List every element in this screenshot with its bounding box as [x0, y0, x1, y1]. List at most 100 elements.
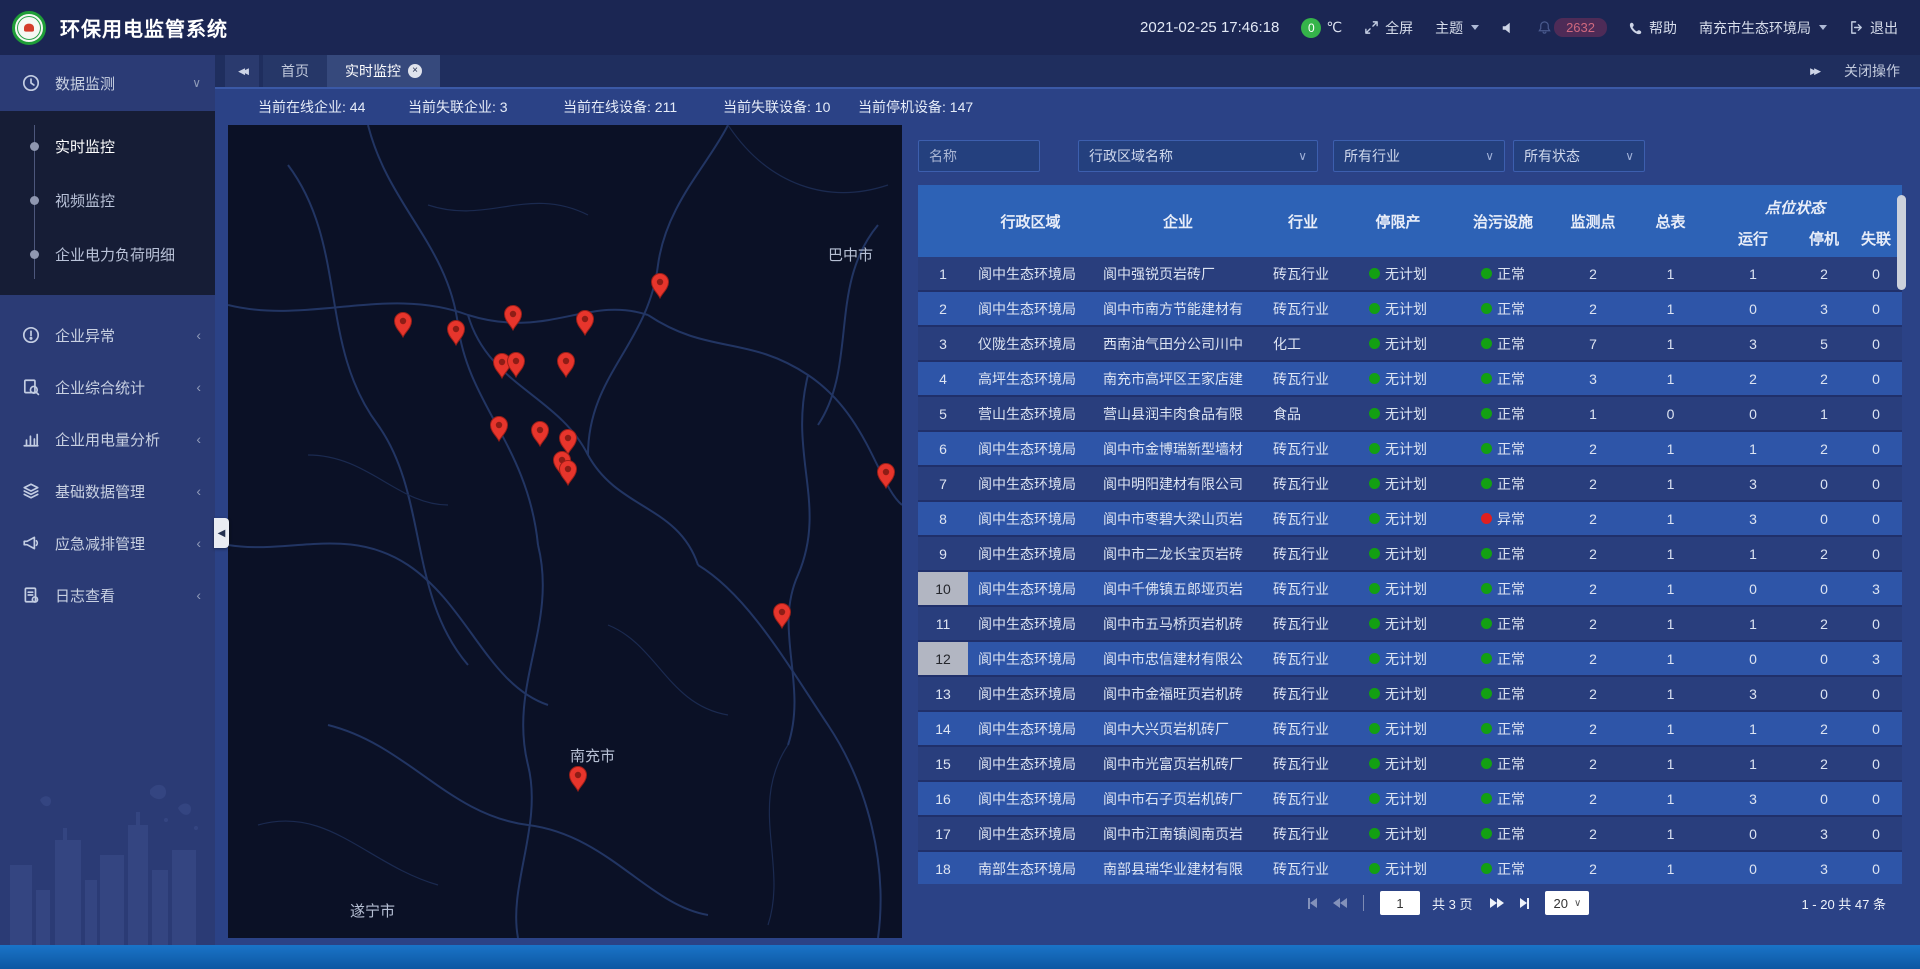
map-pin-icon[interactable]	[560, 430, 577, 455]
table-row[interactable]: 17阆中生态环境局阆中市江南镇阆南页岩砖瓦行业无计划正常21030	[918, 817, 1902, 852]
map-city-label: 南充市	[570, 748, 615, 765]
table-row[interactable]: 18南部生态环境局南部县瑞华业建材有限砖瓦行业无计划正常21030	[918, 852, 1902, 884]
first-page-button[interactable]	[1308, 898, 1317, 909]
map-pin-icon[interactable]	[652, 274, 669, 299]
tab-realtime-monitor[interactable]: 实时监控 ×	[327, 55, 440, 87]
cell-meters: 1	[1633, 327, 1708, 360]
sidebar-collapse-button[interactable]: ◀	[214, 518, 229, 548]
theme-dropdown[interactable]: 主题	[1435, 18, 1479, 38]
app-title: 环保用电监管系统	[60, 13, 228, 42]
table-row[interactable]: 6阆中生态环境局阆中市金博瑞新型墙材砖瓦行业无计划正常21120	[918, 432, 1902, 467]
sidebar-item-video-monitor[interactable]: 视频监控	[0, 173, 215, 227]
table-scrollbar[interactable]	[1897, 195, 1906, 290]
map-pin-icon[interactable]	[570, 767, 587, 792]
status-filter-select[interactable]: 所有状态 ∨	[1513, 140, 1645, 172]
table-row[interactable]: 12阆中生态环境局阆中市忠信建材有限公砖瓦行业无计划正常21003	[918, 642, 1902, 677]
fullscreen-button[interactable]: 全屏	[1364, 18, 1413, 38]
table-row[interactable]: 16阆中生态环境局阆中市石子页岩机砖厂砖瓦行业无计划正常21300	[918, 782, 1902, 817]
map-pin-icon[interactable]	[505, 306, 522, 331]
map-pin-icon[interactable]	[508, 353, 525, 378]
table-row[interactable]: 5营山生态环境局营山县润丰肉食品有限食品无计划正常10010	[918, 397, 1902, 432]
mute-button[interactable]	[1501, 21, 1515, 35]
sidebar-item-power-load-detail[interactable]: 企业电力负荷明细	[0, 227, 215, 281]
cell-stopped: 5	[1798, 327, 1850, 360]
datetime-text: 2021-02-25 17:46:18	[1140, 19, 1279, 36]
cell-running: 0	[1708, 642, 1798, 675]
page-number-input[interactable]	[1380, 891, 1420, 915]
row-number: 6	[918, 432, 968, 465]
table-row[interactable]: 15阆中生态环境局阆中市光富页岩机砖厂砖瓦行业无计划正常21120	[918, 747, 1902, 782]
table-row[interactable]: 7阆中生态环境局阆中明阳建材有限公司砖瓦行业无计划正常21300	[918, 467, 1902, 502]
map-pin-icon[interactable]	[577, 311, 594, 336]
name-filter-input[interactable]	[918, 140, 1040, 172]
table-row[interactable]: 10阆中生态环境局阆中千佛镇五郎垭页岩砖瓦行业无计划正常21003	[918, 572, 1902, 607]
cell-company: 阆中市石子页岩机砖厂	[1093, 782, 1263, 815]
table-row[interactable]: 9阆中生态环境局阆中市二龙长宝页岩砖砖瓦行业无计划正常21120	[918, 537, 1902, 572]
logout-icon	[1849, 20, 1864, 35]
tabs-scroll-right-button[interactable]: ▶▶	[1810, 66, 1818, 77]
notification-area[interactable]: 2632	[1537, 18, 1607, 37]
table-row[interactable]: 8阆中生态环境局阆中市枣碧大梁山页岩砖瓦行业无计划异常21300	[918, 502, 1902, 537]
logout-button[interactable]: 退出	[1849, 18, 1898, 38]
cell-industry: 砖瓦行业	[1263, 257, 1343, 290]
table-row[interactable]: 2阆中生态环境局阆中市南方节能建材有砖瓦行业无计划正常21030	[918, 292, 1902, 327]
search-input[interactable]	[929, 148, 1029, 164]
map-pin-icon[interactable]	[448, 321, 465, 346]
sidebar-item-data-monitoring[interactable]: 数据监测 ∨	[0, 55, 215, 111]
table-row[interactable]: 4高坪生态环境局南充市高坪区王家店建砖瓦行业无计划正常31220	[918, 362, 1902, 397]
map-pin-icon[interactable]	[532, 422, 549, 447]
close-operations-button[interactable]: 关闭操作	[1844, 61, 1900, 81]
tab-home[interactable]: 首页	[263, 55, 327, 87]
sidebar-item-emergency-reduction[interactable]: 应急减排管理 ‹	[0, 517, 215, 569]
status-dot-icon	[1369, 793, 1380, 804]
industry-filter-select[interactable]: 所有行业 ∨	[1333, 140, 1505, 172]
page-size-select[interactable]: 20 ∨	[1545, 891, 1589, 915]
cell-stopped: 2	[1798, 537, 1850, 570]
cell-points: 2	[1553, 852, 1633, 884]
org-label: 南充市生态环境局	[1699, 18, 1811, 38]
cell-facility: 正常	[1453, 397, 1553, 430]
map-pin-icon[interactable]	[560, 461, 577, 486]
cell-running: 2	[1708, 362, 1798, 395]
cell-stopped: 0	[1798, 677, 1850, 710]
close-icon[interactable]: ×	[408, 64, 422, 78]
table-row[interactable]: 3仪陇生态环境局西南油气田分公司川中化工无计划正常71350	[918, 327, 1902, 362]
map-pin-icon[interactable]	[395, 313, 412, 338]
cell-running: 0	[1708, 397, 1798, 430]
table-row[interactable]: 14阆中生态环境局阆中大兴页岩机砖厂砖瓦行业无计划正常21120	[918, 712, 1902, 747]
chevron-left-icon: ‹	[196, 431, 201, 447]
help-button[interactable]: 帮助	[1629, 18, 1677, 38]
sidebar-item-enterprise-statistics[interactable]: 企业综合统计 ‹	[0, 361, 215, 413]
cell-facility: 正常	[1453, 537, 1553, 570]
sidebar-item-base-data[interactable]: 基础数据管理 ‹	[0, 465, 215, 517]
prev-page-button[interactable]	[1333, 898, 1347, 908]
sidebar-item-realtime-monitor[interactable]: 实时监控	[0, 119, 215, 173]
cell-running: 3	[1708, 467, 1798, 500]
map-pin-icon[interactable]	[491, 417, 508, 442]
temperature-unit: ℃	[1326, 19, 1342, 36]
map-pin-icon[interactable]	[558, 353, 575, 378]
next-page-button[interactable]	[1490, 898, 1504, 908]
region-filter-select[interactable]: 行政区域名称 ∨	[1078, 140, 1318, 172]
cell-region: 仪陇生态环境局	[968, 327, 1093, 360]
logout-label: 退出	[1870, 18, 1898, 38]
table-row[interactable]: 11阆中生态环境局阆中市五马桥页岩机砖砖瓦行业无计划正常21120	[918, 607, 1902, 642]
cell-plan: 无计划	[1343, 852, 1453, 884]
tabs-scroll-left-button[interactable]: ◀◀	[225, 55, 259, 87]
cell-meters: 1	[1633, 257, 1708, 290]
status-dot-icon	[1481, 443, 1492, 454]
app-logo-icon	[12, 11, 46, 45]
table-row[interactable]: 13阆中生态环境局阆中市金福旺页岩机砖砖瓦行业无计划正常21300	[918, 677, 1902, 712]
sidebar-item-enterprise-abnormal[interactable]: 企业异常 ‹	[0, 309, 215, 361]
map-minor-roads	[258, 125, 888, 925]
sidebar-item-power-analysis[interactable]: 企业用电量分析 ‹	[0, 413, 215, 465]
last-page-button[interactable]	[1520, 898, 1529, 909]
cell-company: 西南油气田分公司川中	[1093, 327, 1263, 360]
sidebar-item-log-view[interactable]: 日志查看 ‹	[0, 569, 215, 621]
cell-stopped: 2	[1798, 257, 1850, 290]
table-row[interactable]: 1阆中生态环境局阆中强锐页岩砖厂砖瓦行业无计划正常21120	[918, 257, 1902, 292]
org-dropdown[interactable]: 南充市生态环境局	[1699, 18, 1827, 38]
map-view[interactable]: 巴中市南充市遂宁市	[228, 125, 902, 938]
theme-label: 主题	[1435, 18, 1463, 38]
map-pin-icon[interactable]	[878, 464, 895, 489]
